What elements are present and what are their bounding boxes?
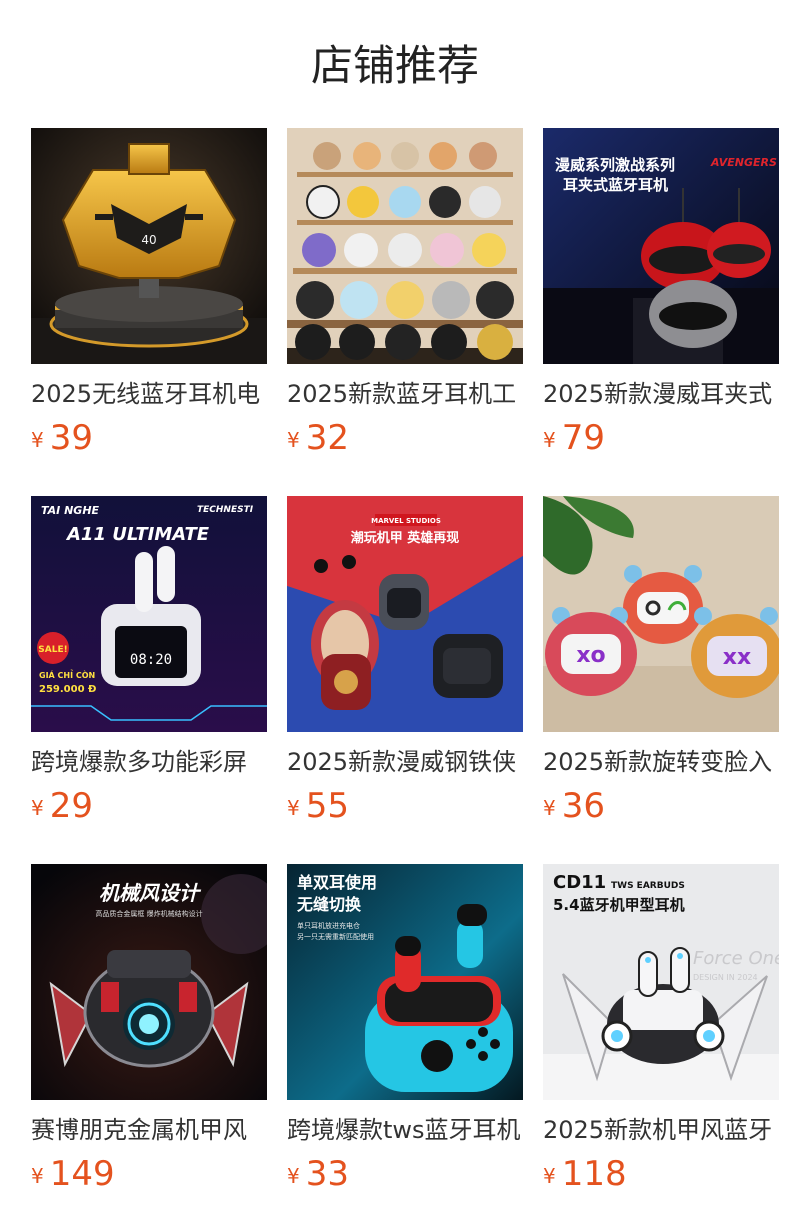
product-image[interactable]: 漫威系列激战系列 耳夹式蓝牙耳机 AVENGERS xyxy=(543,128,779,364)
currency-symbol: ¥ xyxy=(543,1164,556,1188)
price-value: 79 xyxy=(561,418,605,458)
image-headline: 机械风设计 xyxy=(99,881,202,905)
product-price: ¥29 xyxy=(31,786,267,826)
product-price: ¥32 xyxy=(287,418,523,458)
gamepad-earbuds-image: 单双耳使用 无缝切换 单只耳机放进充电仓 另一只无需重新匹配使用 xyxy=(287,864,523,1100)
image-brand-left: TAI NGHE xyxy=(41,504,100,517)
product-name[interactable]: 2025新款漫威耳夹式 xyxy=(543,378,779,410)
product-name[interactable]: 2025新款旋转变脸入 xyxy=(543,746,779,778)
image-logo: CD11 xyxy=(553,872,606,893)
currency-symbol: ¥ xyxy=(31,428,44,452)
cyber-mecha-earbuds-image: 机械风设计 高品质合金属框 爆炸机械结构设计 xyxy=(31,864,267,1100)
price-value: 32 xyxy=(305,418,349,458)
product-image[interactable]: MARVEL STUDIOS 潮玩机甲 英雄再现 xyxy=(287,496,523,732)
price-value: 39 xyxy=(49,418,93,458)
image-note-2: 另一只无需重新匹配使用 xyxy=(297,932,374,941)
svg-text:xo: xo xyxy=(576,643,605,668)
product-image[interactable]: TAI NGHE TECHNESTI A11 ULTIMATE 08:20 SA… xyxy=(31,496,267,732)
image-headline-1: 单双耳使用 xyxy=(297,873,377,892)
product-price: ¥39 xyxy=(31,418,267,458)
product-image[interactable]: 单双耳使用 无缝切换 单只耳机放进充电仓 另一只无需重新匹配使用 xyxy=(287,864,523,1100)
image-brand-right: TECHNESTI xyxy=(197,505,254,515)
image-headline: 5.4蓝牙机甲型耳机 xyxy=(553,896,685,914)
product-name[interactable]: 跨境爆款tws蓝牙耳机 xyxy=(287,1114,523,1146)
product-card[interactable]: 机械风设计 高品质合金属框 爆炸机械结构设计 赛博朋克金属机甲风 ¥149 xyxy=(31,864,267,1232)
product-card[interactable]: 40 2025无线蓝牙耳机电 ¥39 xyxy=(31,128,267,496)
price-value: 33 xyxy=(305,1154,349,1194)
product-name[interactable]: 赛博朋克金属机甲风 xyxy=(31,1114,267,1146)
image-brand-logo: AVENGERS xyxy=(710,156,777,169)
product-image[interactable]: 机械风设计 高品质合金属框 爆炸机械结构设计 xyxy=(31,864,267,1100)
product-price: ¥36 xyxy=(543,786,779,826)
product-image[interactable]: CD11 TWS EARBUDS 5.4蓝牙机甲型耳机 Force One DE… xyxy=(543,864,779,1100)
currency-symbol: ¥ xyxy=(31,1164,44,1188)
price-value: 55 xyxy=(305,786,349,826)
marvel-helmet-earbuds-image: 漫威系列激战系列 耳夹式蓝牙耳机 AVENGERS xyxy=(543,128,779,364)
price-value: 149 xyxy=(49,1154,115,1194)
screen-earbuds-case-image: TAI NGHE TECHNESTI A11 ULTIMATE 08:20 SA… xyxy=(31,496,267,732)
product-price: ¥55 xyxy=(287,786,523,826)
image-screen-time: 08:20 xyxy=(130,652,172,668)
image-headline-2: 无缝切换 xyxy=(296,895,362,914)
product-name[interactable]: 2025新款机甲风蓝牙 xyxy=(543,1114,779,1146)
currency-symbol: ¥ xyxy=(287,1164,300,1188)
product-price: ¥33 xyxy=(287,1154,523,1194)
cartoon-earbud-shelf-image xyxy=(287,128,523,364)
product-name[interactable]: 2025新款蓝牙耳机工 xyxy=(287,378,523,410)
product-card[interactable]: xo xx 2025新款旋转变脸入 ¥36 xyxy=(543,496,779,864)
product-price: ¥118 xyxy=(543,1154,779,1194)
image-price-value: 259.000 Đ xyxy=(39,684,96,695)
graffiti-face-earbuds-image: xo xx xyxy=(543,496,779,732)
price-value: 36 xyxy=(561,786,605,826)
image-watermark: Force One xyxy=(693,948,779,969)
image-note-1: 单只耳机放进充电仓 xyxy=(297,921,360,930)
image-caption-line1: 漫威系列激战系列 xyxy=(555,156,675,174)
image-sale-badge: SALE! xyxy=(38,645,67,655)
currency-symbol: ¥ xyxy=(543,796,556,820)
product-name[interactable]: 2025无线蓝牙耳机电 xyxy=(31,378,267,410)
image-price-label: GIÁ CHỈ CÒN xyxy=(39,669,95,680)
product-card[interactable]: 2025新款蓝牙耳机工 ¥32 xyxy=(287,128,523,496)
price-value: 29 xyxy=(49,786,93,826)
product-name[interactable]: 跨境爆款多功能彩屏 xyxy=(31,746,267,778)
marvel-cube-earbuds-image: MARVEL STUDIOS 潮玩机甲 英雄再现 xyxy=(287,496,523,732)
product-name[interactable]: 2025新款漫威钢铁侠 xyxy=(287,746,523,778)
product-card[interactable]: MARVEL STUDIOS 潮玩机甲 英雄再现 2025新款漫威钢铁侠 ¥55 xyxy=(287,496,523,864)
product-image[interactable] xyxy=(287,128,523,364)
currency-symbol: ¥ xyxy=(287,428,300,452)
product-grid: 40 2025无线蓝牙耳机电 ¥39 2025新款蓝牙耳机工 ¥ 32 漫威系列… xyxy=(31,128,779,1232)
currency-symbol: ¥ xyxy=(31,796,44,820)
image-subline: 高品质合金属框 爆炸机械结构设计 xyxy=(95,909,202,918)
product-image[interactable]: 40 xyxy=(31,128,267,364)
image-model-name: A11 ULTIMATE xyxy=(65,524,210,545)
section-title: 店铺推荐 xyxy=(310,41,479,90)
mecha-earbud-case-image: 40 xyxy=(31,128,267,364)
product-price: ¥79 xyxy=(543,418,779,458)
white-mecha-earbuds-image: CD11 TWS EARBUDS 5.4蓝牙机甲型耳机 Force One DE… xyxy=(543,864,779,1100)
svg-text:xx: xx xyxy=(723,645,751,670)
image-studio-logo: MARVEL STUDIOS xyxy=(371,517,441,525)
currency-symbol: ¥ xyxy=(287,796,300,820)
image-watermark-2: DESIGN IN 2024 xyxy=(693,973,758,982)
product-card[interactable]: 单双耳使用 无缝切换 单只耳机放进充电仓 另一只无需重新匹配使用 跨境爆款tws… xyxy=(287,864,523,1232)
product-card[interactable]: TAI NGHE TECHNESTI A11 ULTIMATE 08:20 SA… xyxy=(31,496,267,864)
price-value: 118 xyxy=(561,1154,627,1194)
image-slogan: 潮玩机甲 英雄再现 xyxy=(351,530,460,546)
store-recommendations-page: 店铺推荐 40 2025无线蓝牙耳机电 ¥ 39 2025新款蓝牙耳机工 ¥ 3… xyxy=(0,0,790,1232)
product-price: ¥149 xyxy=(31,1154,267,1194)
currency-symbol: ¥ xyxy=(543,428,556,452)
image-caption-line2: 耳夹式蓝牙耳机 xyxy=(563,176,668,194)
product-card[interactable]: 漫威系列激战系列 耳夹式蓝牙耳机 AVENGERS 2025新款漫威耳夹式 ¥7… xyxy=(543,128,779,496)
svg-text:40: 40 xyxy=(141,233,156,247)
product-card[interactable]: CD11 TWS EARBUDS 5.4蓝牙机甲型耳机 Force One DE… xyxy=(543,864,779,1232)
product-image[interactable]: xo xx xyxy=(543,496,779,732)
image-tag: TWS EARBUDS xyxy=(611,881,685,891)
